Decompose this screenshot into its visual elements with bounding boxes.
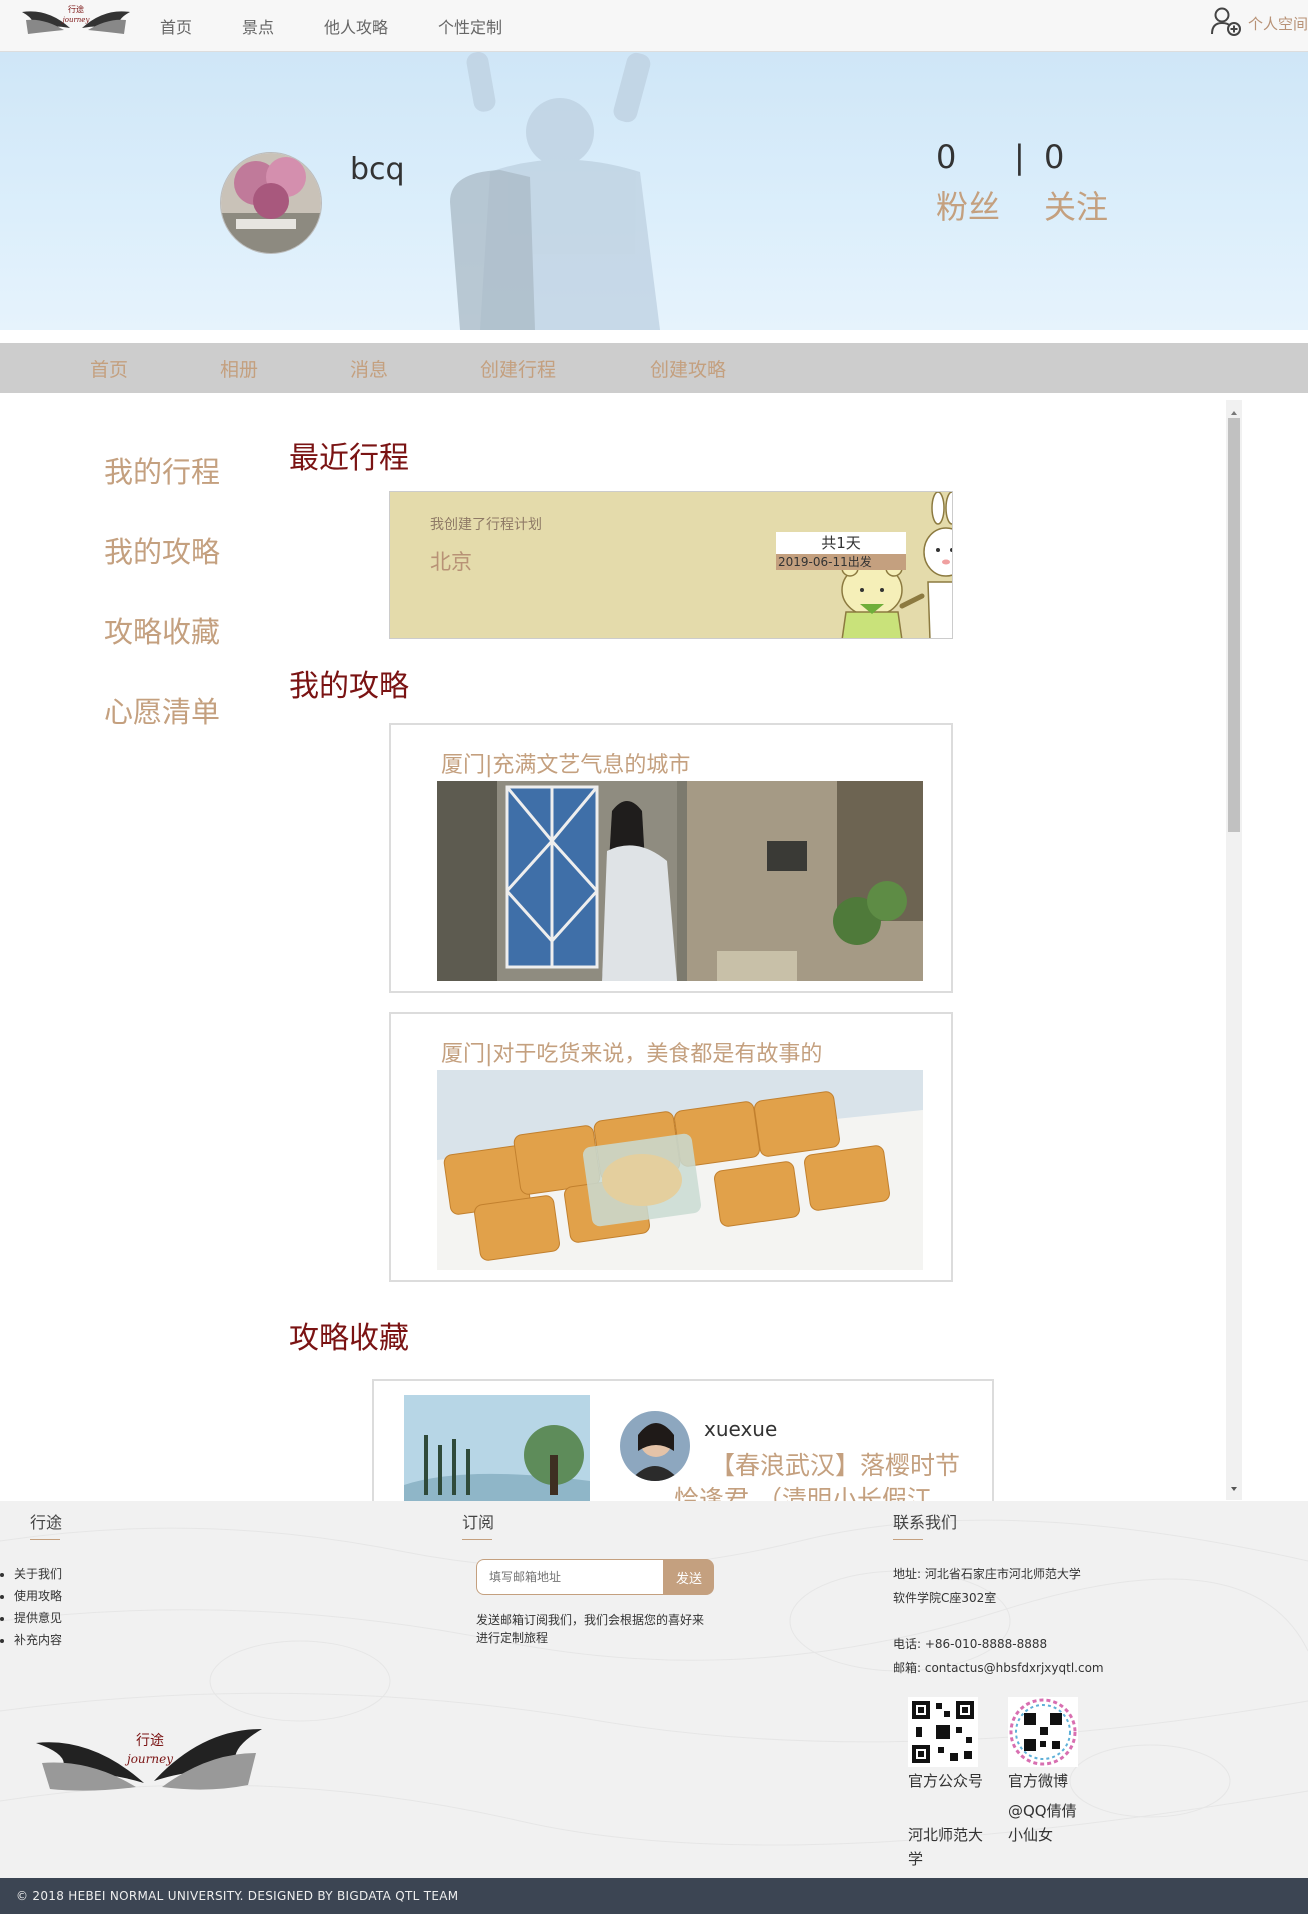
trip-subtitle: 我创建了行程计划 [430,517,542,533]
banner-hiker-illustration [450,52,660,330]
content-scrollbar[interactable] [1226,400,1242,1500]
footer-brand-heading: 行途 [30,1513,63,1532]
user-add-icon [1210,6,1242,40]
footer-link-list: 关于我们 使用攻略 提供意见 补充内容 [14,1563,62,1651]
fans-count: 0 [936,138,957,176]
trip-date-badge: 2019-06-11出发 [776,554,906,570]
fav-guide-title[interactable]: 【春浪武汉】落樱时节恰逢君 （清明小长假江 [674,1449,974,1501]
copyright-bar: © 2018 HEBEI NORMAL UNIVERSITY. DESIGNED… [0,1878,1308,1914]
profile-subnav: 首页 相册 消息 创建行程 创建攻略 [0,343,1308,393]
footer-link-feedback[interactable]: 提供意见 [14,1607,62,1629]
wechat-qr-caption: 官方公众号 [908,1772,984,1790]
fav-guides-title: 攻略收藏 [289,1321,409,1356]
sidebar-fav-guides[interactable]: 攻略收藏 [104,609,220,651]
logo-en-text: journey [61,16,91,24]
guide-title[interactable]: 厦门|对于吃货来说，美食都是有故事的 [441,1036,822,1068]
footer-link-usage[interactable]: 使用攻略 [14,1585,62,1607]
guide-cover-image[interactable] [437,1070,923,1270]
subscribe-send-button[interactable]: 发送 [664,1559,714,1595]
main-content: 我的行程 我的攻略 攻略收藏 心愿清单 最近行程 我创建了行程计划 北京 共1天… [0,393,1308,1501]
profile-username: bcq [350,152,405,187]
trip-days-badge: 共1天 [776,532,906,554]
subnav-create-trip[interactable]: 创建行程 [480,355,556,382]
weibo-qr-caption: 官方微博 [1008,1772,1069,1790]
sidebar-wishlist[interactable]: 心愿清单 [104,689,220,731]
nav-others-guides[interactable]: 他人攻略 [324,14,388,38]
my-guides-title: 我的攻略 [289,669,409,704]
footer-divider [462,1539,492,1540]
trip-city: 北京 [430,550,472,574]
weibo-qr-subcaption: @QQ倩倩小仙女 [1008,1802,1077,1844]
contact-email: 邮箱: contactus@hbsfdxrjxyqtl.com [893,1661,1104,1675]
scroll-up-arrow-icon[interactable] [1226,404,1242,416]
guide-card[interactable]: 厦门|充满文艺气息的城市 [389,723,953,993]
subnav-create-guide[interactable]: 创建攻略 [650,355,726,382]
footer-divider [893,1539,923,1540]
footer-contact-heading: 联系我们 [893,1513,958,1532]
scroll-down-arrow-icon[interactable] [1226,1480,1242,1492]
recent-trip-title: 最近行程 [289,441,409,476]
profile-banner: bcq 0 | 0 粉丝 关注 [0,52,1308,330]
subnav-album[interactable]: 相册 [220,355,258,382]
subscribe-email-input[interactable] [476,1559,664,1595]
footer-logo-en: journey [124,1752,173,1766]
top-navbar: 行途 journey 首页 景点 他人攻略 个性定制 个人空间 [0,0,1308,52]
subscribe-description: 发送邮箱订阅我们，我们会根据您的喜好来进行定制旅程 [476,1613,705,1645]
guide-card[interactable]: 厦门|对于吃货来说，美食都是有故事的 [389,1012,953,1282]
follow-count: 0 [1044,138,1065,176]
user-avatar[interactable] [220,152,322,254]
follow-label[interactable]: 关注 [1044,182,1108,228]
site-footer: 行途 关于我们 使用攻略 提供意见 补充内容 订阅 发送 发送邮箱订阅我们，我们… [0,1501,1308,1878]
weibo-qr-code [1008,1697,1078,1767]
fav-author-name[interactable]: xuexue [704,1417,777,1441]
contact-phone: 电话: +86-010-8888-8888 [893,1637,1048,1651]
fav-guide-image[interactable] [404,1395,590,1501]
fans-label[interactable]: 粉丝 [936,182,1000,228]
subnav-home[interactable]: 首页 [90,355,128,382]
wechat-qr-code [908,1697,978,1767]
nav-home[interactable]: 首页 [160,14,192,38]
logo-cn-text: 行途 [68,4,84,14]
sidebar-my-guides[interactable]: 我的攻略 [104,529,220,571]
nav-custom[interactable]: 个性定制 [438,14,502,38]
user-space-link[interactable]: 个人空间 [1210,6,1308,40]
subnav-messages[interactable]: 消息 [350,355,388,382]
guide-cover-image[interactable] [437,781,923,981]
footer-subscribe-heading: 订阅 [462,1513,495,1532]
recent-trip-card[interactable]: 我创建了行程计划 北京 共1天 2019-06-11出发 [389,491,953,639]
wechat-qr-subcaption: 河北师范大学 [908,1826,984,1868]
footer-logo-cn: 行途 [136,1732,164,1749]
fav-guide-card[interactable]: xuexue 【春浪武汉】落樱时节恰逢君 （清明小长假江 [372,1379,994,1501]
scroll-thumb[interactable] [1228,418,1240,832]
sidebar-my-trips[interactable]: 我的行程 [104,449,220,491]
stat-separator: | [1014,138,1025,176]
guide-title[interactable]: 厦门|充满文艺气息的城市 [441,747,690,779]
footer-divider [30,1539,60,1540]
user-space-label: 个人空间 [1247,14,1308,33]
contact-address-line1: 地址: 河北省石家庄市河北师范大学 [893,1567,1081,1581]
site-logo[interactable]: 行途 journey [18,2,134,42]
footer-logo: 行途 journey [36,1729,262,1791]
nav-attractions[interactable]: 景点 [242,14,274,38]
contact-address-line2: 软件学院C座302室 [893,1591,997,1605]
footer-link-about[interactable]: 关于我们 [14,1563,62,1585]
footer-contour-pattern [0,1519,1308,1846]
footer-link-supplement[interactable]: 补充内容 [14,1629,62,1651]
